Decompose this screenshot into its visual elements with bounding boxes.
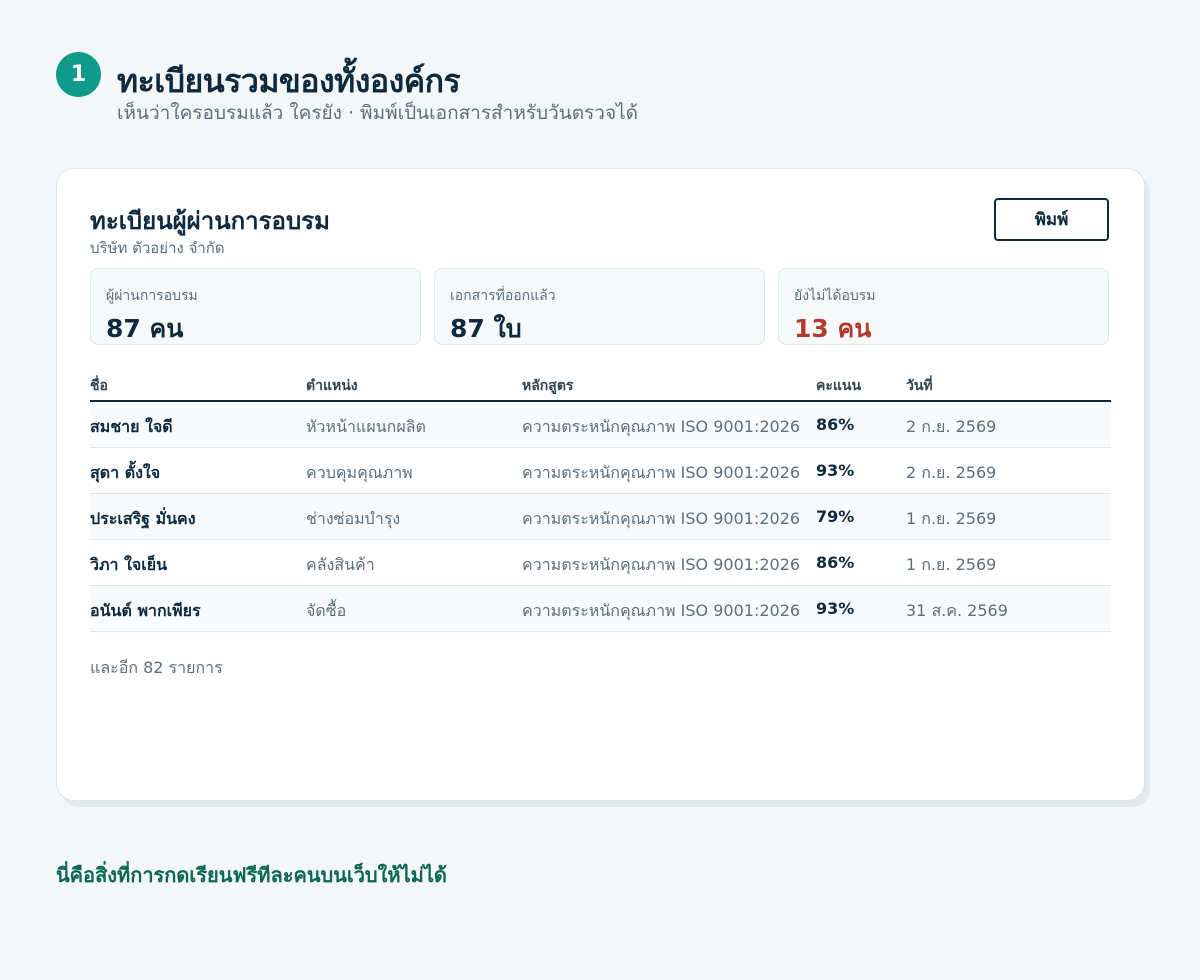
cell-course: ความตระหนักคุณภาพ ISO 9001:2026 <box>522 417 801 436</box>
column-header-name: ชื่อ <box>90 378 108 394</box>
cell-name: สุดา ตั้งใจ <box>90 463 161 482</box>
stat-label: ยังไม่ได้อบรม <box>794 288 876 304</box>
cell-position: หัวหน้าแผนกผลิต <box>306 417 426 436</box>
stat-value: 87 ใบ <box>450 314 522 343</box>
table-row: อนันต์ พากเพียร จัดซื้อ ความตระหนักคุณภา… <box>90 586 1111 632</box>
step-number-badge: 1 <box>56 52 101 97</box>
page-subtitle: เห็นว่าใครอบรมแล้ว ใครยัง · พิมพ์เป็นเอก… <box>117 102 639 124</box>
table-header: ชื่อ ตำแหน่ง หลักสูตร คะแนน วันที่ <box>90 371 1111 402</box>
cell-date: 2 ก.ย. 2569 <box>906 463 997 482</box>
stat-value: 13 คน <box>794 314 872 343</box>
stat-value: 87 คน <box>106 314 184 343</box>
cell-course: ความตระหนักคุณภาพ ISO 9001:2026 <box>522 601 801 620</box>
cell-score: 93% <box>816 461 855 480</box>
footer-tagline: นี่คือสิ่งที่การกดเรียนฟรีทีละคนบนเว็บให… <box>56 863 447 887</box>
cell-name: อนันต์ พากเพียร <box>90 601 201 620</box>
table-row: ประเสริฐ มั่นคง ช่างซ่อมบำรุง ความตระหนั… <box>90 494 1111 540</box>
column-header-position: ตำแหน่ง <box>306 378 358 394</box>
cell-position: คลังสินค้า <box>306 555 375 574</box>
column-header-score: คะแนน <box>816 378 862 394</box>
cell-name: ประเสริฐ มั่นคง <box>90 509 196 528</box>
cell-name: สมชาย ใจดี <box>90 417 173 436</box>
cell-position: ควบคุมคุณภาพ <box>306 463 413 482</box>
cell-position: ช่างซ่อมบำรุง <box>306 509 401 528</box>
table-row: วิภา ใจเย็น คลังสินค้า ความตระหนักคุณภาพ… <box>90 540 1111 586</box>
column-header-date: วันที่ <box>906 378 933 394</box>
table-row: สมชาย ใจดี หัวหน้าแผนกผลิต ความตระหนักคุ… <box>90 402 1111 448</box>
cell-course: ความตระหนักคุณภาพ ISO 9001:2026 <box>522 509 801 528</box>
stat-label: เอกสารที่ออกแล้ว <box>450 288 556 304</box>
registry-card: ทะเบียนผู้ผ่านการอบรม บริษัท ตัวอย่าง จำ… <box>56 168 1145 801</box>
cell-score: 86% <box>816 553 855 572</box>
stat-card-documents: เอกสารที่ออกแล้ว 87 ใบ <box>434 268 765 345</box>
column-header-course: หลักสูตร <box>522 378 574 394</box>
cell-score: 93% <box>816 599 855 618</box>
table-row: สุดา ตั้งใจ ควบคุมคุณภาพ ความตระหนักคุณภ… <box>90 448 1111 494</box>
more-records-text: และอีก 82 รายการ <box>90 658 223 677</box>
registry-title: ทะเบียนผู้ผ่านการอบรม <box>90 207 330 235</box>
cell-date: 31 ส.ค. 2569 <box>906 601 1008 620</box>
stat-card-untrained: ยังไม่ได้อบรม 13 คน <box>778 268 1109 345</box>
cell-course: ความตระหนักคุณภาพ ISO 9001:2026 <box>522 555 801 574</box>
company-name: บริษัท ตัวอย่าง จำกัด <box>90 239 225 257</box>
cell-date: 2 ก.ย. 2569 <box>906 417 997 436</box>
cell-course: ความตระหนักคุณภาพ ISO 9001:2026 <box>522 463 801 482</box>
cell-score: 86% <box>816 415 855 434</box>
stat-card-trained: ผู้ผ่านการอบรม 87 คน <box>90 268 421 345</box>
stat-label: ผู้ผ่านการอบรม <box>106 288 198 304</box>
cell-date: 1 ก.ย. 2569 <box>906 555 997 574</box>
cell-date: 1 ก.ย. 2569 <box>906 509 997 528</box>
cell-name: วิภา ใจเย็น <box>90 555 168 574</box>
print-button[interactable]: พิมพ์ <box>994 198 1109 241</box>
cell-position: จัดซื้อ <box>306 601 347 620</box>
cell-score: 79% <box>816 507 855 526</box>
